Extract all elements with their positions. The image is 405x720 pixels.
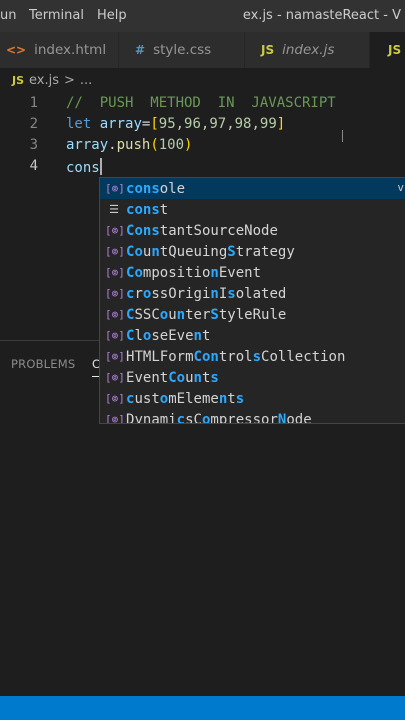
status-bar — [0, 696, 405, 720]
variable-icon: [⊚] — [105, 371, 125, 384]
identifier: array — [66, 137, 109, 153]
paren-close: ) — [184, 137, 193, 153]
suggestion-item[interactable]: [⊚] EventCounts — [100, 367, 405, 388]
variable-icon: [⊚] — [105, 308, 125, 321]
suggestion-label: ConstantSourceNode — [126, 222, 278, 239]
argument: 100 — [158, 137, 185, 153]
paren-open: ( — [150, 137, 159, 153]
variable-icon: [⊚] — [105, 350, 125, 363]
suggestion-label: const — [126, 201, 169, 218]
code-line-2[interactable]: let array=[95,96,97,98,99] — [66, 116, 285, 132]
panel-tab-problems[interactable]: PROBLEMS — [11, 357, 75, 371]
array-values: 95,96,97,98,99 — [158, 116, 277, 132]
method-name: push — [116, 137, 151, 153]
menu-terminal[interactable]: Terminal — [29, 8, 84, 23]
variable-icon: [⊚] — [105, 245, 125, 258]
js-icon: JS — [388, 43, 402, 57]
variable-icon: [⊚] — [105, 266, 125, 279]
suggestion-item[interactable]: ☰ const — [100, 199, 405, 220]
variable-icon: [⊚] — [105, 392, 125, 405]
suggestion-item[interactable]: [⊚] CompositionEvent — [100, 262, 405, 283]
menu-run[interactable]: un — [0, 8, 16, 23]
window-title: ex.js - namasteReact - V — [242, 8, 401, 23]
code-comment: // PUSH METHOD IN JAVASCRIPT — [66, 95, 336, 111]
tab-index-js[interactable]: JS index.js — [245, 32, 370, 68]
tab-label: style.css — [153, 42, 212, 58]
bracket-close: ] — [276, 116, 286, 132]
suggestion-detail: v — [397, 181, 404, 194]
variable-icon: [⊚] — [105, 413, 125, 424]
variable-icon: [⊚] — [105, 287, 125, 300]
suggestion-item[interactable]: [⊚] customElements — [100, 388, 405, 409]
tab-ex-js[interactable]: JS — [370, 32, 405, 68]
mouse-ibeam-icon — [342, 130, 343, 142]
tab-style-css[interactable]: # style.css — [119, 32, 245, 68]
suggestion-item[interactable]: [⊚] CSSCounterStyleRule — [100, 304, 405, 325]
suggestion-label: CountQueuingStrategy — [126, 243, 295, 260]
code-line-4[interactable]: cons — [66, 158, 102, 176]
suggestion-label: HTMLFormControlsCollection — [126, 348, 346, 365]
line-number-current: 4 — [29, 158, 38, 174]
suggestion-item[interactable]: [⊚] crossOriginIsolated — [100, 283, 405, 304]
css-icon: # — [135, 43, 146, 57]
line-number: 2 — [29, 116, 38, 132]
suggestion-item[interactable]: [⊚] DynamicsCompressorNode — [100, 409, 405, 424]
js-icon: JS — [12, 73, 25, 87]
breadcrumb-separator: > — [64, 72, 75, 88]
keyword-let: let — [66, 116, 92, 132]
variable-icon: [⊚] — [105, 182, 125, 195]
text-cursor — [99, 158, 102, 175]
dot: . — [108, 137, 117, 153]
html-icon: <> — [6, 43, 27, 57]
line-number: 3 — [29, 137, 38, 153]
suggestion-label: customElements — [126, 390, 245, 407]
tab-index-html[interactable]: <> index.html — [0, 32, 119, 68]
suggestion-item[interactable]: [⊚] ConstantSourceNode — [100, 220, 405, 241]
suggestion-item[interactable]: [⊚] CloseEvent — [100, 325, 405, 346]
breadcrumb-more[interactable]: ... — [80, 73, 92, 88]
typed-text: cons — [66, 160, 100, 176]
code-line-1[interactable]: // PUSH METHOD IN JAVASCRIPT — [66, 95, 336, 111]
js-icon: JS — [261, 43, 275, 57]
suggestion-label: EventCounts — [126, 369, 219, 386]
suggestion-item[interactable]: [⊚] CountQueuingStrategy — [100, 241, 405, 262]
breadcrumb: JS ex.js > ... — [0, 68, 405, 92]
suggestion-label: CompositionEvent — [126, 264, 261, 281]
suggestion-item[interactable]: [⊚] console v — [100, 178, 405, 199]
suggestion-label: crossOriginIsolated — [126, 285, 287, 302]
breadcrumb-file[interactable]: ex.js — [29, 73, 59, 88]
suggestion-item[interactable]: [⊚] HTMLFormControlsCollection — [100, 346, 405, 367]
menu-help[interactable]: Help — [97, 8, 127, 23]
suggestion-label: CSSCounterStyleRule — [126, 306, 287, 323]
suggestion-label: CloseEvent — [126, 327, 211, 344]
tab-label: index.html — [34, 42, 107, 58]
autocomplete-list[interactable]: [⊚] console v ☰ const [⊚] ConstantSourceNode [⊚… — [99, 177, 405, 424]
suggestion-label: DynamicsCompressorNode — [126, 411, 312, 424]
variable-icon: [⊚] — [105, 329, 125, 342]
identifier: array — [99, 116, 142, 132]
suggestion-label: console — [126, 180, 186, 197]
line-number: 1 — [29, 95, 38, 111]
bracket-open: [ — [150, 116, 159, 132]
tab-label: index.js — [282, 42, 335, 58]
code-line-3[interactable]: array.push(100) — [66, 137, 192, 153]
keyword-icon: ☰ — [109, 203, 119, 216]
variable-icon: [⊚] — [105, 224, 125, 237]
